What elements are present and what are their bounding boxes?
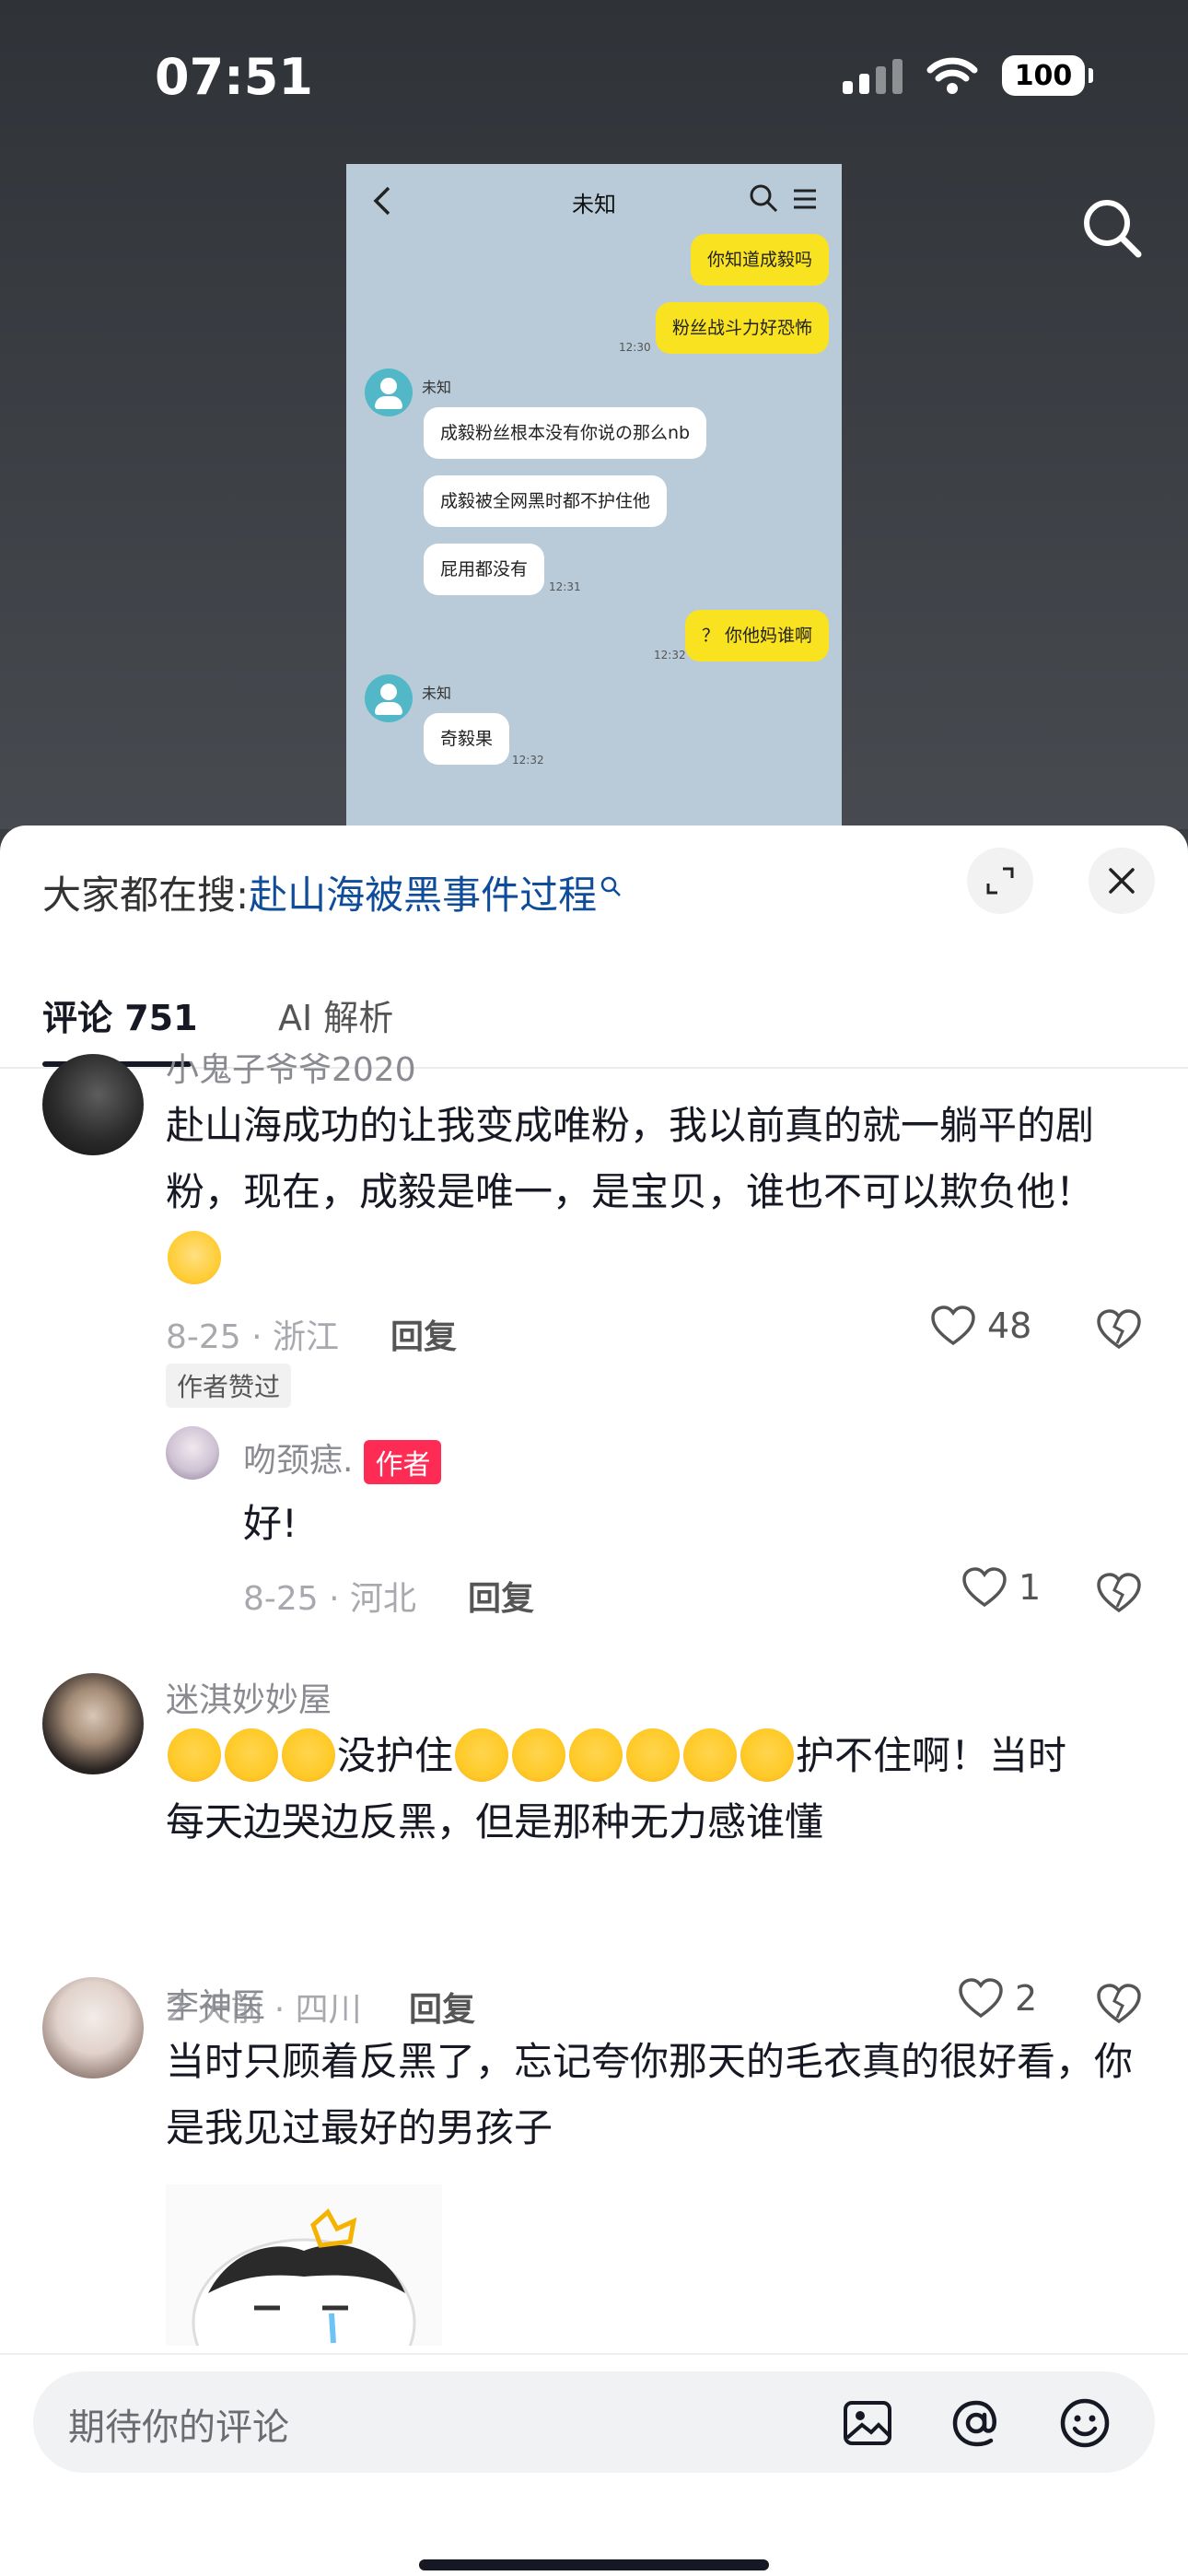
contact-avatar — [365, 674, 413, 722]
comment-input[interactable]: 期待你的评论 — [33, 2371, 1155, 2473]
signal-icon — [843, 57, 903, 94]
hot-search-link[interactable]: 赴山海被黑事件过程 — [249, 864, 597, 920]
crying-emoji-icon — [455, 1727, 509, 1782]
reply-username-row: 吻颈痣. 作者 — [243, 1434, 442, 1484]
author-liked-tag: 作者赞过 — [166, 1364, 292, 1408]
mention-icon[interactable] — [949, 2395, 1004, 2451]
comment-text: 赴山海成功的让我变成唯粉，我以前真的就一躺平的剧粉，现在，成毅是唯一，是宝贝，谁… — [166, 1093, 1151, 1292]
crying-emoji-icon — [225, 1727, 278, 1782]
reply-date-location: 8-25 · 河北 — [243, 1580, 417, 1618]
like-count: 2 — [1015, 1978, 1038, 2019]
like-button[interactable]: 2 — [958, 1977, 1037, 2020]
crying-emoji-icon — [683, 1727, 738, 1782]
hot-search-icon — [600, 876, 622, 896]
chat-bubble: 成毅粉丝根本没有你说の那么nb — [424, 407, 707, 459]
comment-sheet: 大家都在搜: 赴山海被黑事件过程 评论 751 AI 解析 小鬼子爷爷2020 … — [0, 825, 1188, 2576]
chat-timestamp: 12:30 — [619, 341, 651, 354]
tab-comments[interactable]: 评论 751 — [42, 989, 198, 1040]
comment-text-content: 赴山海成功的让我变成唯粉，我以前真的就一躺平的剧粉，现在，成毅是唯一，是宝贝，谁… — [166, 1103, 1095, 1214]
reply-button[interactable]: 回复 — [409, 1983, 475, 2031]
contact-avatar — [365, 369, 413, 416]
close-button[interactable] — [1089, 848, 1155, 914]
reply-button[interactable]: 回复 — [468, 1572, 534, 1620]
chat-screenshot-image[interactable]: 未知 你知道成毅吗 粉丝战斗力好恐怖 12:30 未知 成毅粉丝根本没有你说の那… — [346, 164, 842, 829]
dislike-icon[interactable] — [1096, 1981, 1142, 2027]
crying-emoji-icon — [569, 1727, 623, 1782]
like-count: 48 — [987, 1306, 1032, 1346]
comment-date-location: 8-25 · 浙江 — [166, 1318, 340, 1356]
image-icon[interactable] — [840, 2395, 895, 2451]
chat-bubble: 成毅被全网黑时都不护住他 — [424, 475, 668, 527]
comment-text: 没护住 护不住啊！当时 每天边哭边反黑，但是那种无力感谁懂 — [166, 1723, 1151, 1856]
sticker-image[interactable] — [166, 2184, 442, 2346]
comment-input-placeholder: 期待你的评论 — [68, 2406, 289, 2449]
heart-icon — [962, 1567, 1007, 1608]
avatar[interactable] — [42, 1977, 144, 2078]
expand-icon — [986, 867, 1014, 895]
annoyed-emoji-icon — [168, 1230, 221, 1284]
home-indicator — [419, 2559, 769, 2570]
status-icons: 100 — [843, 55, 1093, 96]
crying-emoji-icon — [282, 1727, 335, 1782]
wifi-icon — [926, 57, 978, 94]
avatar[interactable] — [166, 1426, 219, 1480]
reply-button[interactable]: 回复 — [390, 1310, 457, 1358]
expand-button[interactable] — [967, 848, 1033, 914]
chat-bubble: 屁用都没有 — [424, 544, 545, 595]
chat-bubble: 粉丝战斗力好恐怖 — [655, 302, 829, 354]
chat-bubble: 你知道成毅吗 — [690, 234, 829, 286]
chat-bubble: ？ 你他妈谁啊 — [684, 610, 829, 662]
chat-header: 未知 — [346, 164, 842, 238]
heart-icon — [931, 1306, 975, 1346]
comment-text-part: 护不住啊！当时 — [796, 1733, 1067, 1778]
crying-emoji-icon — [512, 1727, 566, 1782]
tab-ai-analysis[interactable]: AI 解析 — [278, 989, 393, 1040]
close-icon — [1109, 868, 1135, 894]
comment-input-bar: 期待你的评论 — [0, 2353, 1188, 2576]
chat-timestamp: 12:31 — [549, 580, 581, 593]
comment-username[interactable]: 迷淇妙妙屋 — [166, 1673, 332, 1721]
like-button[interactable]: 48 — [930, 1305, 1031, 1347]
like-button[interactable]: 1 — [961, 1566, 1041, 1609]
dislike-icon[interactable] — [1096, 1570, 1142, 1616]
search-icon[interactable] — [1077, 193, 1146, 262]
contact-name: 未知 — [422, 379, 452, 396]
crying-emoji-icon — [740, 1727, 795, 1782]
comment-text-part: 每天边哭边反黑，但是那种无力感谁懂 — [166, 1799, 824, 1844]
author-badge: 作者 — [364, 1440, 442, 1484]
reply-text: 好! — [243, 1501, 297, 1546]
cartoon-sticker-icon — [166, 2184, 442, 2346]
crying-emoji-icon — [626, 1727, 681, 1782]
status-time: 07:51 — [155, 48, 313, 106]
like-count: 1 — [1019, 1567, 1042, 1608]
chat-timestamp: 12:32 — [654, 649, 686, 662]
chat-bubble: 奇毅果 — [424, 713, 510, 765]
crying-emoji-icon — [168, 1727, 221, 1782]
hot-search-bar[interactable]: 大家都在搜: 赴山海被黑事件过程 — [42, 864, 623, 920]
chat-menu-icon — [794, 189, 816, 209]
chat-search-icon — [750, 184, 778, 213]
chat-timestamp: 12:32 — [512, 754, 544, 767]
hot-search-prefix: 大家都在搜: — [42, 872, 250, 918]
comment-text: 当时只顾着反黑了，忘记夸你那天的毛衣真的很好看，你是我见过最好的男孩子 — [166, 2039, 1134, 2150]
comment-text-part: 没护住 — [337, 1733, 454, 1778]
avatar[interactable] — [42, 1673, 144, 1774]
battery-icon: 100 — [1002, 55, 1093, 96]
comment-username[interactable]: 李神医 — [166, 1979, 265, 2027]
contact-name: 未知 — [422, 685, 452, 702]
emoji-icon[interactable] — [1057, 2395, 1112, 2451]
dislike-icon[interactable] — [1096, 1306, 1142, 1352]
reply-username[interactable]: 吻颈痣. — [243, 1442, 353, 1480]
avatar[interactable] — [42, 1054, 144, 1155]
heart-icon — [959, 1978, 1003, 2019]
comment-username[interactable]: 小鬼子爷爷2020 — [166, 1043, 416, 1091]
